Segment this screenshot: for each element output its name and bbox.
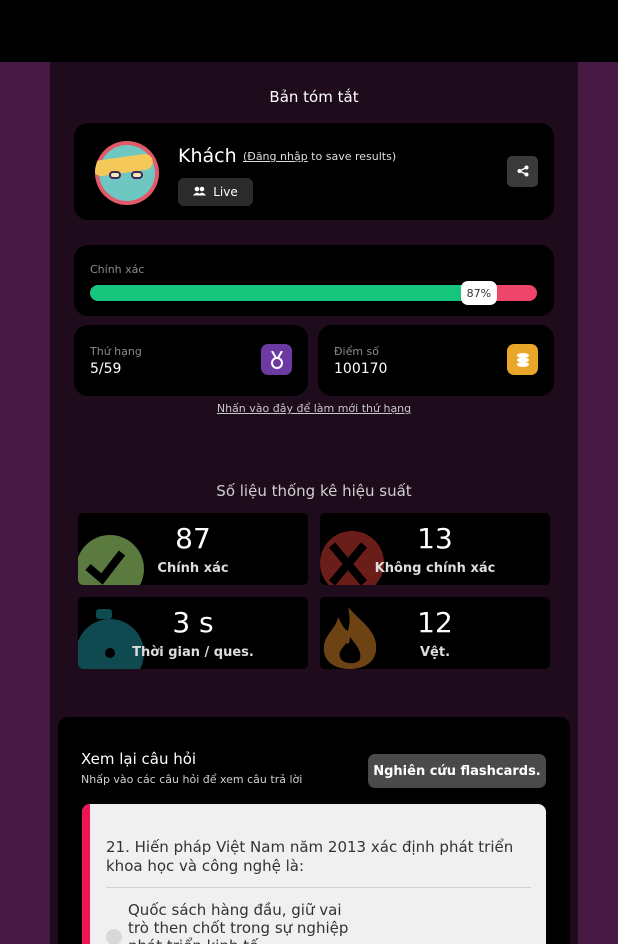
review-panel: Xem lại câu hỏi Nhấp vào các câu hỏi để … xyxy=(58,717,570,944)
divider xyxy=(106,887,531,888)
accuracy-card: Chính xác 87% xyxy=(74,245,554,316)
login-link[interactable]: (Đăng nhập xyxy=(243,150,308,163)
stat-value: 3 s xyxy=(172,606,214,639)
accuracy-fill xyxy=(90,285,479,301)
live-label: Live xyxy=(213,185,238,199)
stat-value: 12 xyxy=(417,606,453,639)
option-radio xyxy=(106,929,122,944)
review-subtitle: Nhấp vào các câu hỏi để xem câu trả lời xyxy=(81,773,303,786)
avatar xyxy=(95,141,159,205)
login-suffix: to save results) xyxy=(307,150,397,163)
study-flashcards-button[interactable]: Nghiên cứu flashcards. xyxy=(368,754,546,788)
review-title: Xem lại câu hỏi xyxy=(81,750,197,768)
accuracy-percent: 87% xyxy=(460,281,497,305)
rank-label: Thứ hạng xyxy=(90,345,142,358)
rank-value: 5/59 xyxy=(90,361,122,377)
answer-option: Quốc sách hàng đầu, giữ vai trò then chố… xyxy=(128,901,349,944)
medal-icon xyxy=(261,344,292,375)
login-prompt: (Đăng nhập to save results) xyxy=(243,150,396,163)
stat-streak: 12 Vệt. xyxy=(320,597,550,669)
question-text: 21. Hiến pháp Việt Nam năm 2013 xác định… xyxy=(106,838,514,875)
stat-correct: 87 Chính xác xyxy=(78,513,308,585)
top-bar xyxy=(0,0,618,62)
coins-icon xyxy=(507,344,538,375)
question-card[interactable]: 21. Hiến pháp Việt Nam năm 2013 xác định… xyxy=(82,804,546,944)
share-icon xyxy=(517,162,529,181)
stat-label: Chính xác xyxy=(157,561,229,576)
stat-value: 87 xyxy=(175,522,211,555)
score-card: Điểm số 100170 xyxy=(318,325,554,396)
live-badge: Live xyxy=(178,178,253,206)
performance-title: Số liệu thống kê hiệu suất xyxy=(216,482,412,500)
stat-incorrect: 13 Không chính xác xyxy=(320,513,550,585)
stat-label: Thời gian / ques. xyxy=(132,645,254,660)
summary-title: Bản tóm tắt xyxy=(269,88,359,106)
stat-label: Không chính xác xyxy=(374,561,496,576)
incorrect-accent xyxy=(82,804,90,944)
rank-card: Thứ hạng 5/59 xyxy=(74,325,308,396)
accuracy-label: Chính xác xyxy=(90,263,145,276)
profile-card: Khách (Đăng nhập to save results) Live xyxy=(74,123,554,220)
refresh-rank-link[interactable]: Nhấn vào đây để làm mới thứ hạng xyxy=(50,402,578,415)
users-icon xyxy=(193,185,207,199)
score-label: Điểm số xyxy=(334,345,380,358)
score-value: 100170 xyxy=(334,361,388,377)
guest-name: Khách xyxy=(178,145,237,167)
share-button[interactable] xyxy=(507,156,538,187)
stat-time: 3 s Thời gian / ques. xyxy=(78,597,308,669)
stat-value: 13 xyxy=(417,522,453,555)
stat-label: Vệt. xyxy=(419,645,451,660)
